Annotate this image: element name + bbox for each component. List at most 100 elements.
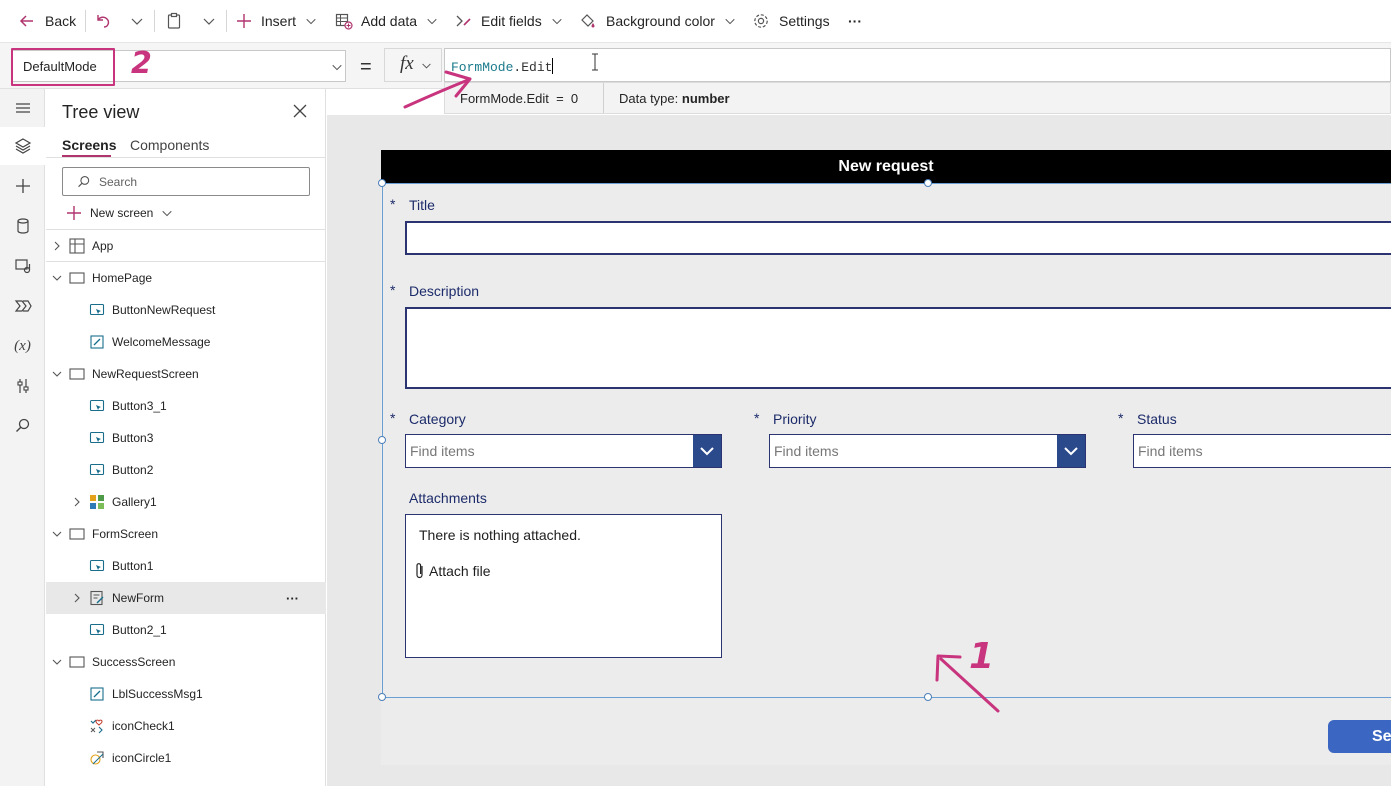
priority-label: Priority — [773, 411, 817, 427]
text-cursor — [552, 58, 554, 74]
undo-dropdown[interactable] — [130, 0, 144, 42]
tree-node-label: Gallery1 — [112, 495, 157, 509]
resize-handle[interactable] — [378, 693, 386, 701]
chevron-down-icon — [131, 18, 143, 25]
tree-node-control[interactable]: iconCheck1 — [46, 710, 326, 742]
search-rail-button[interactable] — [0, 407, 45, 445]
panel-title: Tree view — [62, 102, 140, 122]
tree-node-selected[interactable]: NewForm ··· — [46, 582, 326, 614]
resize-handle[interactable] — [924, 693, 932, 701]
undo-button[interactable] — [94, 0, 112, 42]
button-control-icon — [89, 623, 105, 636]
tree-node-control[interactable]: Button1 — [46, 550, 326, 582]
edit-fields-button[interactable]: Edit fields — [455, 0, 563, 42]
tree-node-screen[interactable]: HomePage — [46, 262, 326, 294]
tree-node-label: ButtonNewRequest — [112, 303, 216, 317]
screen-icon — [69, 368, 85, 380]
insert-rail-button[interactable] — [0, 167, 45, 205]
resize-handle[interactable] — [378, 436, 386, 444]
tree-node-label: LblSuccessMsg1 — [112, 687, 203, 701]
tree-node-control[interactable]: ButtonNewRequest — [46, 294, 326, 326]
resize-handle[interactable] — [924, 179, 932, 187]
settings-button[interactable]: Settings — [752, 0, 830, 42]
edit-fields-icon — [456, 15, 471, 27]
tree-node-label: NewRequestScreen — [92, 367, 199, 381]
tab-components[interactable]: Components — [130, 137, 209, 153]
insert-button[interactable]: Insert — [236, 0, 317, 42]
power-automate-button[interactable] — [0, 287, 45, 325]
tree-node-control[interactable]: WelcomeMessage — [46, 326, 326, 358]
new-screen-button[interactable]: New screen — [66, 203, 173, 223]
chevron-down-icon — [203, 18, 215, 25]
status-combobox[interactable]: Find items — [1133, 434, 1391, 468]
category-combobox[interactable]: Find items — [405, 434, 722, 468]
tree-search-input[interactable]: Search — [62, 167, 310, 196]
search-icon — [15, 418, 29, 432]
tree-node-screen[interactable]: NewRequestScreen — [46, 358, 326, 390]
chevron-down-icon[interactable] — [52, 273, 62, 283]
tree-node-control[interactable]: Button3_1 — [46, 390, 326, 422]
chevron-right-icon[interactable] — [72, 497, 82, 507]
tree-node-label: SuccessScreen — [92, 655, 176, 669]
search-icon — [78, 176, 90, 188]
tree-node-app[interactable]: App — [46, 230, 326, 262]
required-marker: * — [390, 282, 396, 298]
back-button[interactable]: Back — [18, 0, 76, 42]
tree-node-control[interactable]: LblSuccessMsg1 — [46, 678, 326, 710]
chevron-down-icon — [427, 18, 437, 25]
chevron-down-icon[interactable] — [52, 369, 62, 379]
chevron-down-icon[interactable] — [52, 529, 62, 539]
more-commands-button[interactable]: ··· — [848, 0, 862, 42]
resize-handle[interactable] — [378, 179, 386, 187]
attach-file-link[interactable]: Attach file — [414, 562, 490, 580]
back-label: Back — [45, 13, 77, 29]
description-input[interactable] — [405, 307, 1391, 389]
priority-combobox[interactable]: Find items — [769, 434, 1086, 468]
tree-node-control[interactable]: Button2_1 — [46, 614, 326, 646]
tree-node-control[interactable]: Button3 — [46, 422, 326, 454]
add-data-label: Add data — [361, 13, 418, 29]
menu-button[interactable] — [0, 89, 45, 127]
tab-screens[interactable]: Screens — [62, 137, 116, 153]
attachments-control[interactable]: There is nothing attached. Attach file — [405, 514, 722, 658]
attachments-label: Attachments — [409, 490, 487, 506]
paste-dropdown[interactable] — [202, 0, 216, 42]
variables-icon[interactable]: (x) — [0, 327, 45, 365]
tree-node-control[interactable]: Gallery1 — [46, 486, 326, 518]
submit-button[interactable]: Se — [1328, 720, 1391, 753]
chevron-right-icon[interactable] — [72, 593, 82, 603]
category-placeholder: Find items — [410, 443, 475, 459]
tree-view-button[interactable] — [0, 127, 45, 165]
command-bar: Back Insert Add data Edit fields Backgro… — [0, 0, 1391, 43]
chevron-down-icon[interactable] — [52, 657, 62, 667]
tree-node-screen[interactable]: SuccessScreen — [46, 646, 326, 678]
label-control-icon — [90, 687, 104, 701]
more-options-button[interactable]: ··· — [286, 591, 299, 606]
plus-icon — [15, 179, 30, 193]
chevron-down-icon — [1064, 447, 1078, 456]
function-button[interactable]: fx — [384, 48, 442, 82]
chevron-right-icon[interactable] — [52, 241, 62, 251]
paperclip-icon — [416, 563, 423, 579]
data-button[interactable] — [0, 207, 45, 245]
equals-sign: = — [360, 56, 372, 78]
formula-input[interactable]: FormMode.Edit — [444, 48, 1391, 82]
chevron-down-icon — [552, 18, 562, 25]
screen-icon — [69, 272, 85, 284]
category-dropdown-button[interactable] — [693, 435, 721, 467]
button-control-icon — [89, 463, 105, 476]
tree-node-label: NewForm — [112, 591, 165, 605]
advanced-tools-button[interactable] — [0, 367, 45, 405]
media-button[interactable] — [0, 247, 45, 285]
no-attachments-text: There is nothing attached. — [419, 527, 581, 543]
paste-button[interactable] — [165, 0, 183, 42]
background-color-button[interactable]: Background color — [579, 0, 736, 42]
tree-node-screen[interactable]: FormScreen — [46, 518, 326, 550]
tree-node-control[interactable]: iconCircle1 — [46, 742, 326, 774]
tree-node-control[interactable]: Button2 — [46, 454, 326, 486]
add-data-button[interactable]: Add data — [335, 0, 438, 42]
priority-dropdown-button[interactable] — [1057, 435, 1085, 467]
tree-node-label: HomePage — [92, 271, 153, 285]
close-icon[interactable] — [292, 103, 308, 119]
title-input[interactable] — [405, 221, 1391, 255]
